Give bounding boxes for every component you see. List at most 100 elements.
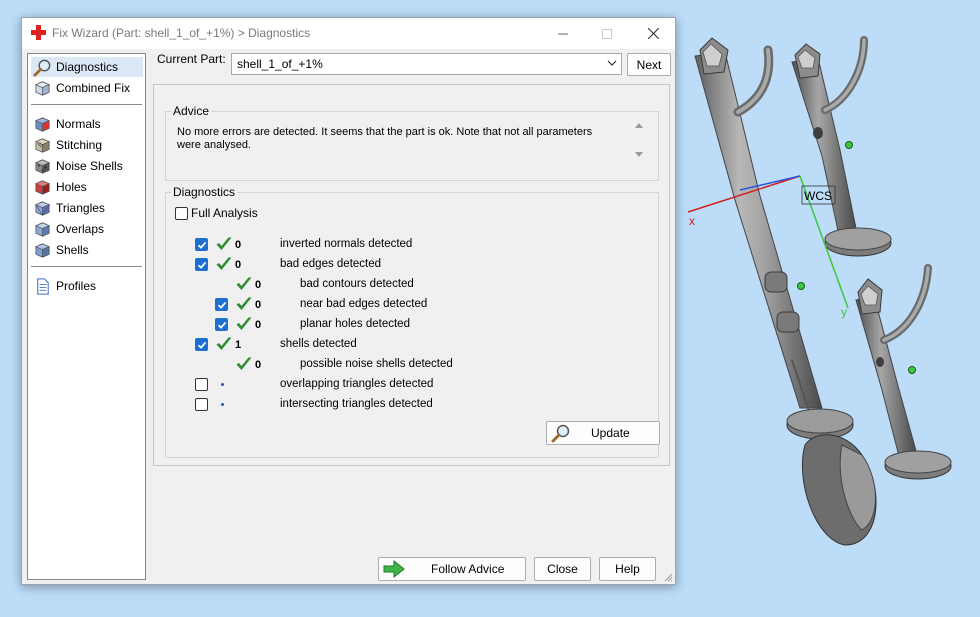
nav-item-label: Diagnostics: [56, 60, 119, 74]
nav-item-triangles[interactable]: Triangles: [31, 198, 143, 218]
close-button[interactable]: Close: [534, 557, 591, 581]
checkmark-icon: [215, 256, 233, 272]
current-part-select[interactable]: shell_1_of_+1%: [231, 53, 622, 75]
full-analysis-checkbox[interactable]: [175, 207, 188, 220]
advice-scrollbar[interactable]: [632, 120, 646, 160]
update-button[interactable]: Update: [546, 421, 660, 445]
diagnostic-checkbox[interactable]: [195, 238, 208, 251]
checkmark-icon: [235, 296, 253, 312]
diagnostic-checkbox[interactable]: [195, 258, 208, 271]
nav-item-label: Triangles: [56, 201, 105, 215]
stitching-cube-icon: [33, 136, 52, 155]
model-point[interactable]: [845, 141, 853, 149]
nav-separator: [31, 266, 142, 267]
checkmark-icon: [235, 356, 253, 372]
red-cross-icon: [31, 25, 46, 40]
model-part-large[interactable]: [694, 37, 877, 546]
nav-item-label: Shells: [56, 243, 89, 257]
nav-item-profiles[interactable]: Profiles: [31, 276, 143, 296]
diagnostic-label: overlapping triangles detected: [280, 378, 434, 390]
nav-item-label: Normals: [56, 117, 101, 131]
diagnostic-checkbox[interactable]: [195, 378, 208, 391]
nav-item-diagnostics[interactable]: Diagnostics: [31, 57, 143, 77]
nav-item-holes[interactable]: Holes: [31, 177, 143, 197]
diagnostic-label: near bad edges detected: [300, 298, 428, 310]
diagnostic-label: planar holes detected: [300, 318, 410, 330]
nav-separator: [31, 104, 142, 105]
cube-icon: [33, 79, 52, 98]
title-bar[interactable]: Fix Wizard (Part: shell_1_of_+1%) > Diag…: [22, 18, 675, 49]
window-title: Fix Wizard (Part: shell_1_of_+1%) > Diag…: [52, 26, 311, 40]
checkmark-icon: [235, 316, 253, 332]
model-point[interactable]: [908, 366, 916, 374]
nav-item-noise-shells[interactable]: Noise Shells: [31, 156, 143, 176]
holes-cube-icon: [33, 178, 52, 197]
close-window-button[interactable]: [631, 18, 675, 49]
diagnostic-count: 0: [255, 279, 262, 291]
diagnostic-count: 0: [235, 259, 242, 271]
close-icon: [647, 28, 659, 39]
diagnostic-count: 1: [235, 339, 242, 351]
overlaps-cube-icon: [33, 220, 52, 239]
full-analysis-label: Full Analysis: [191, 206, 258, 220]
nav-item-label: Holes: [56, 180, 87, 194]
diagnostics-pane: Advice No more errors are detected. It s…: [153, 84, 670, 466]
update-label: Update: [591, 426, 630, 440]
shells-cube-icon: [33, 241, 52, 260]
next-part-button[interactable]: Next: [627, 53, 671, 76]
model-part-lower[interactable]: [855, 264, 952, 480]
diagnostic-count: 0: [255, 359, 262, 371]
diagnostic-checkbox[interactable]: [195, 398, 208, 411]
diagnostic-label: bad contours detected: [300, 278, 414, 290]
nav-item-normals[interactable]: Normals: [31, 114, 143, 134]
maximize-button[interactable]: [585, 18, 629, 49]
follow-advice-button[interactable]: Follow Advice: [378, 557, 526, 581]
fix-wizard-nav: Diagnostics Combined Fix Normals Stitching N…: [27, 53, 146, 580]
magnifier-icon: [551, 424, 570, 443]
model-point[interactable]: [797, 282, 805, 290]
advice-text: No more errors are detected. It seems th…: [177, 126, 593, 151]
magnifier-icon: [33, 58, 52, 77]
pending-dot-icon: [221, 383, 224, 386]
diagnostic-label: bad edges detected: [280, 258, 382, 270]
nav-item-shells[interactable]: Shells: [31, 240, 143, 260]
nav-item-label: Overlaps: [56, 222, 105, 236]
nav-item-label: Noise Shells: [56, 159, 123, 173]
chevron-down-icon: [607, 60, 617, 66]
diagnostic-checkbox[interactable]: [215, 318, 228, 331]
fix-wizard-window: Fix Wizard (Part: shell_1_of_+1%) > Diag…: [21, 17, 676, 585]
nav-item-overlaps[interactable]: Overlaps: [31, 219, 143, 239]
wcs-label: WCS: [804, 189, 832, 203]
minimize-icon: [558, 33, 568, 34]
diagnostic-count: 0: [255, 299, 262, 311]
arrow-right-icon: [383, 560, 405, 578]
document-icon: [33, 277, 52, 296]
diagnostic-label: intersecting triangles detected: [280, 398, 433, 410]
model-part-top[interactable]: [791, 36, 892, 257]
noise-shells-icon: [33, 157, 52, 176]
diagnostic-label: possible noise shells detected: [300, 358, 453, 370]
help-button[interactable]: Help: [599, 557, 656, 581]
normals-cube-icon: [33, 115, 52, 134]
advice-title: Advice: [171, 104, 212, 118]
diagnostics-title: Diagnostics: [171, 185, 238, 199]
diagnostic-label: shells detected: [280, 338, 357, 350]
diagnostics-group: Diagnostics Full Analysis Update 0 invert…: [165, 185, 660, 458]
advice-group: Advice No more errors are detected. It s…: [165, 104, 659, 181]
follow-advice-label: Follow Advice: [431, 562, 505, 576]
current-part-label: Current Part:: [157, 52, 226, 66]
nav-item-label: Combined Fix: [56, 81, 131, 95]
axis-x-label: x: [689, 214, 695, 228]
current-part-value: shell_1_of_+1%: [237, 57, 323, 71]
triangles-cube-icon: [33, 199, 52, 218]
diagnostic-count: 0: [235, 239, 242, 251]
resize-grip-icon[interactable]: [663, 572, 673, 582]
diagnostic-checkbox[interactable]: [215, 298, 228, 311]
checkmark-icon: [235, 276, 253, 292]
diagnostic-label: inverted normals detected: [280, 238, 413, 250]
minimize-button[interactable]: [541, 18, 585, 49]
nav-item-stitching[interactable]: Stitching: [31, 135, 143, 155]
diagnostic-checkbox[interactable]: [195, 338, 208, 351]
nav-item-combined-fix[interactable]: Combined Fix: [31, 78, 143, 98]
pending-dot-icon: [221, 403, 224, 406]
